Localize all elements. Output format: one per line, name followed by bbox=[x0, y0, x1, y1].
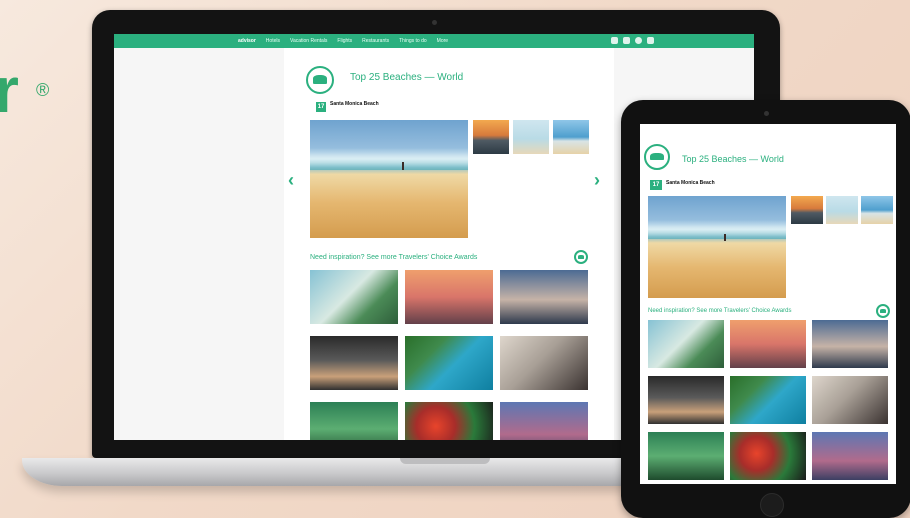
main-beach-photo[interactable] bbox=[648, 196, 786, 298]
nav-flights[interactable]: Flights bbox=[337, 37, 352, 45]
award-tile[interactable] bbox=[648, 376, 724, 424]
award-tile[interactable] bbox=[812, 376, 888, 424]
main-content: Top 25 Beaches — World 17 Santa Monica B… bbox=[306, 48, 602, 440]
thumb-sea[interactable] bbox=[553, 120, 589, 154]
nav-more[interactable]: More bbox=[437, 37, 448, 45]
beach-name[interactable]: Santa Monica Beach bbox=[666, 180, 715, 186]
travelers-choice-badge-icon bbox=[306, 66, 334, 94]
award-tile[interactable] bbox=[500, 270, 588, 324]
award-tile[interactable] bbox=[730, 432, 806, 480]
thumb-sunset[interactable] bbox=[791, 196, 823, 224]
rank-badge: 17 bbox=[650, 180, 662, 190]
page-title: Top 25 Beaches — World bbox=[350, 72, 464, 83]
notifications-icon[interactable] bbox=[623, 37, 630, 44]
award-tile[interactable] bbox=[405, 336, 493, 390]
next-arrow-icon[interactable]: › bbox=[594, 170, 600, 191]
award-tile[interactable] bbox=[648, 320, 724, 368]
award-tile[interactable] bbox=[500, 336, 588, 390]
walker-figure bbox=[402, 162, 404, 170]
brand-wordmark-fragment: r bbox=[0, 54, 19, 126]
award-tile[interactable] bbox=[310, 336, 398, 390]
awards-badge-icon bbox=[574, 250, 588, 264]
award-tile[interactable] bbox=[648, 432, 724, 480]
laptop-notch bbox=[400, 458, 490, 464]
nav-things-to-do[interactable]: Things to do bbox=[399, 37, 427, 45]
award-tile[interactable] bbox=[500, 402, 588, 440]
award-tile[interactable] bbox=[310, 270, 398, 324]
inspiration-heading[interactable]: Need inspiration? See more Travelers' Ch… bbox=[310, 254, 477, 261]
thumb-sunset[interactable] bbox=[473, 120, 509, 154]
awards-badge-icon bbox=[876, 304, 890, 318]
site-logo[interactable]: advisor bbox=[238, 37, 256, 45]
rank-badge: 17 bbox=[316, 102, 326, 112]
prev-arrow-icon[interactable]: ‹ bbox=[288, 170, 294, 191]
thumb-person[interactable] bbox=[513, 120, 549, 154]
walker-figure bbox=[724, 234, 726, 241]
page-title: Top 25 Beaches — World bbox=[682, 154, 784, 164]
header-icons bbox=[611, 37, 654, 44]
tablet-home-button[interactable] bbox=[760, 493, 784, 517]
award-tile[interactable] bbox=[730, 376, 806, 424]
search-icon[interactable] bbox=[647, 37, 654, 44]
nav-restaurants[interactable]: Restaurants bbox=[362, 37, 389, 45]
laptop-camera bbox=[432, 20, 437, 25]
main-beach-photo[interactable] bbox=[310, 120, 468, 238]
thumb-sea[interactable] bbox=[861, 196, 893, 224]
nav-vacation-rentals[interactable]: Vacation Rentals bbox=[290, 37, 327, 45]
award-tile[interactable] bbox=[730, 320, 806, 368]
inspiration-heading[interactable]: Need inspiration? See more Travelers' Ch… bbox=[648, 308, 791, 314]
registered-mark: ® bbox=[36, 80, 50, 100]
travelers-choice-badge-icon bbox=[644, 144, 670, 170]
site-header: advisor Hotels Vacation Rentals Flights … bbox=[114, 34, 754, 48]
profile-icon[interactable] bbox=[635, 37, 642, 44]
main-nav: advisor Hotels Vacation Rentals Flights … bbox=[238, 37, 448, 45]
award-tile[interactable] bbox=[812, 432, 888, 480]
thumb-person[interactable] bbox=[826, 196, 858, 224]
tablet-screen: Top 25 Beaches — World 17 Santa Monica B… bbox=[640, 124, 896, 484]
left-gutter bbox=[114, 48, 284, 440]
tablet-camera bbox=[764, 111, 769, 116]
beach-name[interactable]: Santa Monica Beach bbox=[330, 101, 379, 107]
inbox-icon[interactable] bbox=[611, 37, 618, 44]
award-tile[interactable] bbox=[405, 270, 493, 324]
nav-hotels[interactable]: Hotels bbox=[266, 37, 280, 45]
award-tile[interactable] bbox=[310, 402, 398, 440]
award-tile[interactable] bbox=[405, 402, 493, 440]
award-tile[interactable] bbox=[812, 320, 888, 368]
